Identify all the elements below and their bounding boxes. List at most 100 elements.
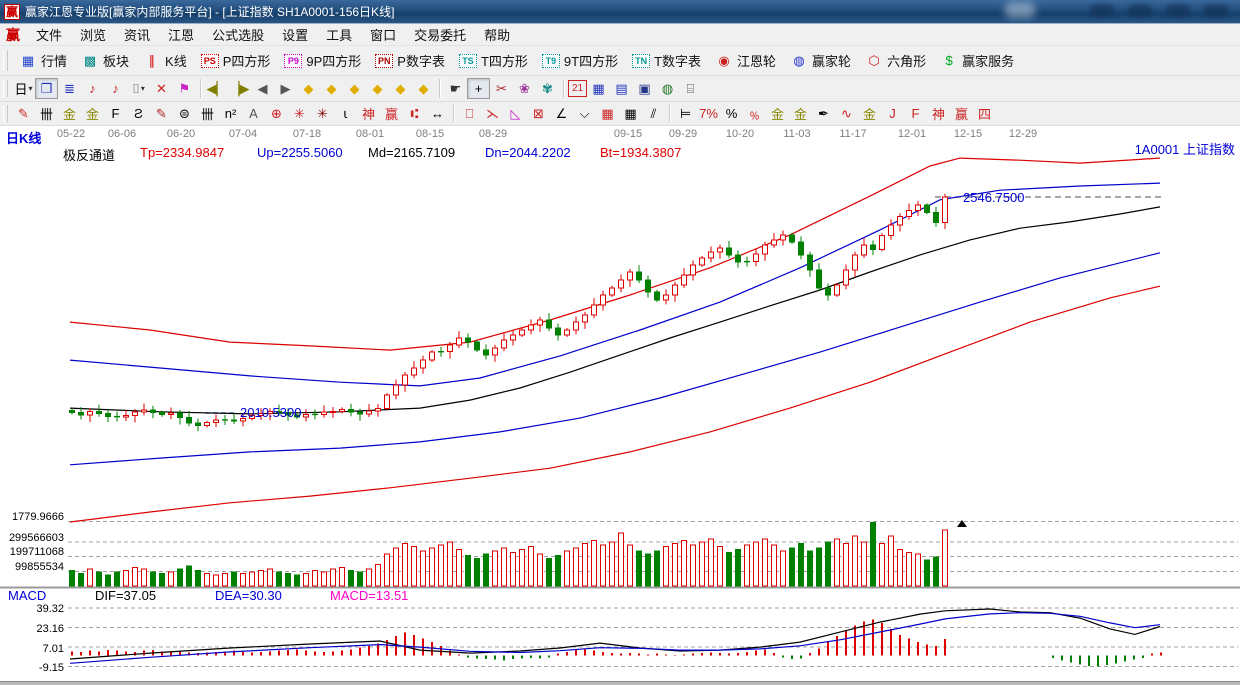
- angle-tool-button[interactable]: A: [242, 103, 265, 124]
- menu-item-帮助[interactable]: 帮助: [475, 25, 519, 44]
- gold-grid-2-button[interactable]: 金: [81, 103, 104, 124]
- diamond-right-button[interactable]: ◆: [320, 78, 343, 99]
- color-chart-button[interactable]: ⚑: [173, 78, 196, 99]
- gold-angle-tool-button[interactable]: 金: [858, 103, 881, 124]
- tb1-bankuai-button[interactable]: ▩板块: [74, 49, 136, 73]
- first-page-button[interactable]: ◀▏: [205, 78, 228, 99]
- tb1-p-sifangxing-button[interactable]: PSP四方形: [194, 49, 278, 73]
- wave-tool-button[interactable]: ∿: [835, 103, 858, 124]
- tb1-p-shuzibiao-button[interactable]: PNP数字表: [368, 49, 452, 73]
- number-grid-button[interactable]: ⑆: [403, 103, 426, 124]
- angle-line-tool-button[interactable]: ∠: [550, 103, 573, 124]
- shen-grid-button[interactable]: 神: [357, 103, 380, 124]
- yingjialun-icon: ◍: [790, 53, 808, 69]
- pen-tool-button[interactable]: ✎: [12, 103, 35, 124]
- menu-item-公式选股[interactable]: 公式选股: [203, 25, 273, 44]
- tb1-hangqing-button[interactable]: ▦行情: [12, 49, 74, 73]
- calendar-tool-button[interactable]: 21: [568, 80, 587, 97]
- diamond-compress-button[interactable]: ◆: [366, 78, 389, 99]
- chart-canvas[interactable]: [0, 126, 1240, 681]
- gann-web-red-button[interactable]: ✳: [311, 103, 334, 124]
- percent-7-tool-button[interactable]: 7%: [697, 103, 720, 124]
- period-selector-button[interactable]: 日▾: [12, 78, 35, 99]
- gold-line-tool-button[interactable]: 金: [789, 103, 812, 124]
- x-lines-tool-button[interactable]: ⊠: [527, 103, 550, 124]
- tb1-yingjiafuwu-button[interactable]: $赢家服务: [933, 49, 1021, 73]
- ying-grid-button[interactable]: 赢: [380, 103, 403, 124]
- bars-9-button[interactable]: ♪: [104, 78, 127, 99]
- gann-web-button[interactable]: ✳: [288, 103, 311, 124]
- print-tool-button[interactable]: ⌸: [679, 78, 702, 99]
- red-grid-tool-button[interactable]: ▦: [596, 103, 619, 124]
- diamond-left-button[interactable]: ◆: [297, 78, 320, 99]
- delete-line-button[interactable]: ✕: [150, 78, 173, 99]
- tb1-9t-sifangxing-button[interactable]: T99T四方形: [535, 49, 625, 73]
- box-tool-button[interactable]: ⎕: [458, 103, 481, 124]
- crosshair-tool-button[interactable]: +: [467, 78, 490, 99]
- date-label: 12-29: [1009, 128, 1037, 140]
- bars-3-button[interactable]: ♪: [81, 78, 104, 99]
- calculator-tool-button[interactable]: ▦: [587, 78, 610, 99]
- menu-item-文件[interactable]: 文件: [27, 25, 71, 44]
- fan-box-tool-button[interactable]: ◺: [504, 103, 527, 124]
- time-grid-button[interactable]: 卌: [196, 103, 219, 124]
- spiral-tool-button[interactable]: Ƨ: [127, 103, 150, 124]
- chart-area[interactable]: 05-2206-0606-2007-0407-1808-0108-1508-29…: [0, 126, 1240, 681]
- toolbar-separator: [453, 105, 454, 122]
- gann-center-button[interactable]: ⊕: [265, 103, 288, 124]
- measure-tool-button[interactable]: ✂: [490, 78, 513, 99]
- menu-item-资讯[interactable]: 资讯: [115, 25, 159, 44]
- diamond-locate-button[interactable]: ◆: [412, 78, 435, 99]
- brain-tool-button[interactable]: ✾: [536, 78, 559, 99]
- hatch-tool-button[interactable]: ⫽: [642, 103, 665, 124]
- fibonacci-grid-button[interactable]: F: [104, 103, 127, 124]
- zoom-window-button[interactable]: ❒: [35, 78, 58, 99]
- hand-tool-button[interactable]: ☛: [444, 78, 467, 99]
- prev-bar-button[interactable]: ◀: [251, 78, 274, 99]
- f-angle-tool-button[interactable]: F: [904, 103, 927, 124]
- tb1-9p-sifangxing-button[interactable]: P99P四方形: [277, 49, 368, 73]
- tb1-yingjialun-button[interactable]: ◍赢家轮: [783, 49, 858, 73]
- menu-item-窗口[interactable]: 窗口: [361, 25, 405, 44]
- tb1-jiangenlun-button[interactable]: ◉江恩轮: [708, 49, 783, 73]
- shen-angle-tool-button[interactable]: 神: [927, 103, 950, 124]
- menu-item-江恩[interactable]: 江恩: [159, 25, 203, 44]
- save-tool-button[interactable]: ▣: [633, 78, 656, 99]
- tb1-kxian-button[interactable]: ∥K线: [136, 49, 194, 73]
- network-tool-button[interactable]: ◍: [656, 78, 679, 99]
- split-tool-button[interactable]: ⍳: [334, 103, 357, 124]
- black-grid-tool-button[interactable]: ▦: [619, 103, 642, 124]
- ying-angle-tool-button[interactable]: 赢: [950, 103, 973, 124]
- gold-grid-1-button[interactable]: 金: [58, 103, 81, 124]
- ink-tool-button[interactable]: ✒: [812, 103, 835, 124]
- tb1-t-sifangxing-button[interactable]: TST四方形: [452, 49, 535, 73]
- fan-tool-button[interactable]: ⋋: [481, 103, 504, 124]
- candle-style-button[interactable]: ⌷▾: [127, 78, 150, 99]
- tb1-t-shuzibiao-button[interactable]: TNT数字表: [625, 49, 708, 73]
- si-angle-tool-button[interactable]: 四: [973, 103, 996, 124]
- j-angle-tool-button[interactable]: J: [881, 103, 904, 124]
- width-tool-button[interactable]: ↔: [426, 103, 449, 124]
- info-panel-button[interactable]: ≣: [58, 78, 81, 99]
- grid-tool-button[interactable]: 卌: [35, 103, 58, 124]
- menu-item-交易委托[interactable]: 交易委托: [405, 25, 475, 44]
- ratio-tool-button[interactable]: ⊨: [674, 103, 697, 124]
- last-page-button[interactable]: ▕▶: [228, 78, 251, 99]
- percent-tool-button[interactable]: %: [720, 103, 743, 124]
- tb1-liujiaoxing-button[interactable]: ⬡六角形: [858, 49, 933, 73]
- memo-tool-button[interactable]: ▤: [610, 78, 633, 99]
- date-label: 11-03: [783, 128, 810, 140]
- menu-item-工具[interactable]: 工具: [317, 25, 361, 44]
- menu-item-设置[interactable]: 设置: [273, 25, 317, 44]
- diamond-expand-button[interactable]: ◆: [343, 78, 366, 99]
- gann-flower-button[interactable]: ❀: [513, 78, 536, 99]
- menu-item-浏览[interactable]: 浏览: [71, 25, 115, 44]
- circle-grid-button[interactable]: ⊜: [173, 103, 196, 124]
- pen-tool-2-button[interactable]: ✎: [150, 103, 173, 124]
- percent-red-tool-button[interactable]: ﹪: [743, 103, 766, 124]
- n2-grid-button[interactable]: n²: [219, 103, 242, 124]
- check-lines-tool-button[interactable]: ⌵: [573, 103, 596, 124]
- next-bar-button[interactable]: ▶: [274, 78, 297, 99]
- diamond-center-button[interactable]: ◆: [389, 78, 412, 99]
- gold-circle-tool-button[interactable]: 金: [766, 103, 789, 124]
